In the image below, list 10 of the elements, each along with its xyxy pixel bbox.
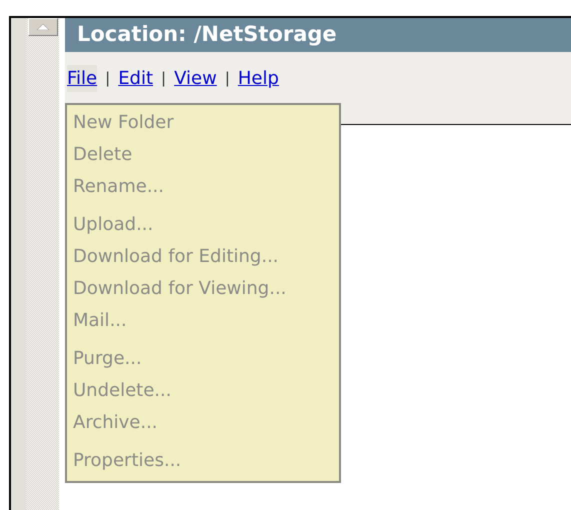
menu-separator: |	[105, 68, 110, 89]
menu-separator: |	[161, 68, 166, 89]
up-arrow-icon	[36, 24, 48, 30]
menu-link[interactable]: File	[67, 64, 98, 92]
scroll-up-button[interactable]	[28, 18, 58, 36]
menu-separator: |	[224, 68, 230, 89]
menu-link[interactable]: View	[174, 64, 217, 92]
location-title: Location: /NetStorage	[65, 18, 571, 52]
menu-link[interactable]: Help	[238, 64, 279, 92]
menu-link[interactable]: Edit	[118, 64, 154, 92]
